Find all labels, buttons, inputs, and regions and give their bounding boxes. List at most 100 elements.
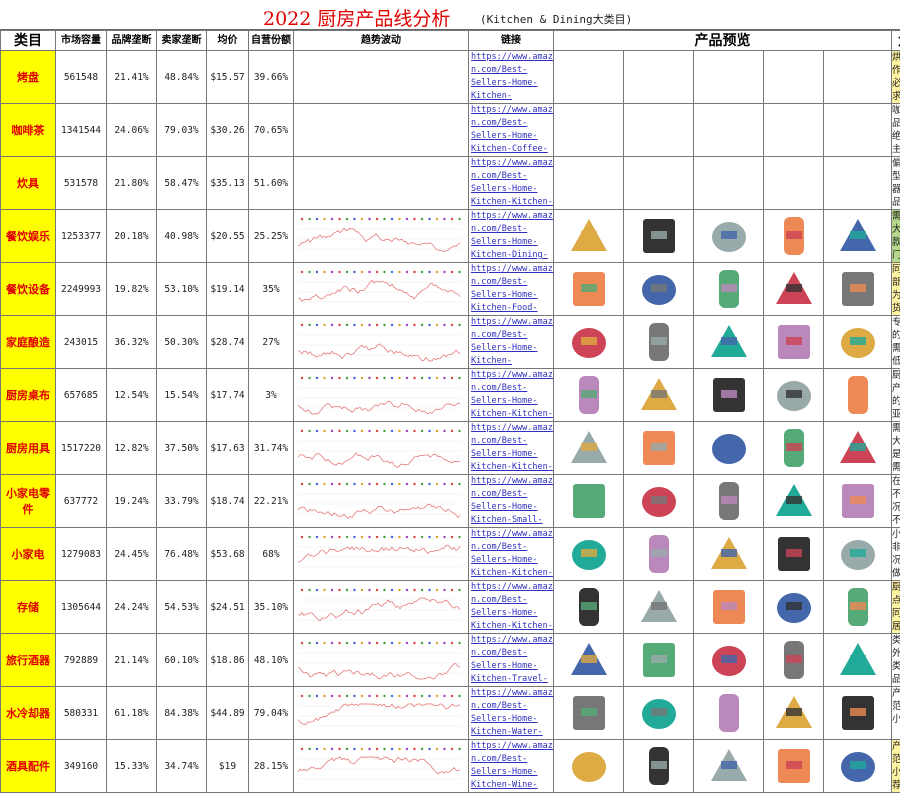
preview-cell[interactable] <box>694 528 764 581</box>
bestseller-link[interactable]: https://www.amazo n.com/Best- Sellers-Ho… <box>469 210 553 262</box>
preview-cell[interactable] <box>694 475 764 528</box>
self-share-cell[interactable]: 70.65% <box>249 104 294 157</box>
big-category-note-cell[interactable]: 产品适用范围较小,不推荐优先专 <box>892 740 900 793</box>
brand-monopoly-cell[interactable]: 24.45% <box>107 528 157 581</box>
header-link[interactable]: 链接 <box>469 31 554 51</box>
preview-cell[interactable] <box>764 581 824 634</box>
trend-cell[interactable] <box>294 687 469 740</box>
bestseller-link[interactable]: https://www.amazo n.com/Best- Sellers-Ho… <box>469 422 553 474</box>
bestseller-link[interactable]: https://www.amazo n.com/Best- Sellers-Ho… <box>469 316 553 368</box>
self-share-cell[interactable]: 22.21% <box>249 475 294 528</box>
trend-cell[interactable] <box>294 51 469 104</box>
avg-price-cell[interactable]: $17.63 <box>207 422 249 475</box>
preview-cell[interactable] <box>694 369 764 422</box>
avg-price-cell[interactable]: $53.68 <box>207 528 249 581</box>
preview-cell[interactable] <box>764 528 824 581</box>
preview-cell[interactable] <box>824 475 892 528</box>
preview-cell[interactable] <box>554 475 624 528</box>
self-share-cell[interactable]: 35.10% <box>249 581 294 634</box>
header-market[interactable]: 市场容量 <box>56 31 107 51</box>
preview-cell[interactable] <box>554 634 624 687</box>
preview-cell[interactable] <box>764 210 824 263</box>
preview-cell[interactable] <box>764 263 824 316</box>
preview-cell[interactable] <box>694 316 764 369</box>
seller-monopoly-cell[interactable]: 34.74% <box>157 740 207 793</box>
category-cell[interactable]: 餐饮娱乐 <box>1 210 56 263</box>
bestseller-link[interactable]: https://www.amazo n.com/Best- Sellers-Ho… <box>469 369 553 421</box>
market-size-cell[interactable]: 637772 <box>56 475 107 528</box>
preview-cell[interactable] <box>554 369 624 422</box>
preview-cell[interactable] <box>764 104 824 157</box>
preview-cell[interactable] <box>824 740 892 793</box>
self-share-cell[interactable]: 48.10% <box>249 634 294 687</box>
seller-monopoly-cell[interactable]: 37.50% <box>157 422 207 475</box>
category-cell[interactable]: 炊具 <box>1 157 56 210</box>
preview-cell[interactable] <box>824 687 892 740</box>
preview-cell[interactable] <box>764 157 824 210</box>
seller-monopoly-cell[interactable]: 76.48% <box>157 528 207 581</box>
market-size-cell[interactable]: 561548 <box>56 51 107 104</box>
big-category-note-cell[interactable]: 偏较大体型或者机器型的产品,单价 <box>892 157 900 210</box>
seller-monopoly-cell[interactable]: 84.38% <box>157 687 207 740</box>
seller-monopoly-cell[interactable]: 48.84% <box>157 51 207 104</box>
big-category-note-cell[interactable]: 类目同户外的水瓶类目,产品及其相 <box>892 634 900 687</box>
market-size-cell[interactable]: 792889 <box>56 634 107 687</box>
big-category-note-cell[interactable]: 烘培产品作为厨房必需且需求较高的 <box>892 51 900 104</box>
brand-monopoly-cell[interactable]: 61.18% <box>107 687 157 740</box>
self-share-cell[interactable]: 68% <box>249 528 294 581</box>
trend-cell[interactable] <box>294 104 469 157</box>
preview-cell[interactable] <box>824 369 892 422</box>
bestseller-link[interactable]: https://www.amazo n.com/Best- Sellers-Ho… <box>469 51 553 103</box>
preview-cell[interactable] <box>764 740 824 793</box>
bestseller-link[interactable]: https://www.amazo n.com/Best- Sellers-Ho… <box>469 740 553 792</box>
preview-cell[interactable] <box>624 581 694 634</box>
preview-cell[interactable] <box>624 263 694 316</box>
category-cell[interactable]: 家庭酿造 <box>1 316 56 369</box>
bestseller-link[interactable]: https://www.amazo n.com/Best- Sellers-Ho… <box>469 104 553 156</box>
brand-monopoly-cell[interactable]: 15.33% <box>107 740 157 793</box>
market-size-cell[interactable]: 1305644 <box>56 581 107 634</box>
big-category-note-cell[interactable]: 专为酿酒的类目,需求量较低,目前 <box>892 316 900 369</box>
preview-cell[interactable] <box>764 316 824 369</box>
big-category-note-cell[interactable]: 小家电在非必要情况下不做,除非 <box>892 528 900 581</box>
trend-cell[interactable] <box>294 157 469 210</box>
self-share-cell[interactable]: 28.15% <box>249 740 294 793</box>
preview-cell[interactable] <box>554 104 624 157</box>
trend-cell[interactable] <box>294 210 469 263</box>
category-cell[interactable]: 小家电零件 <box>1 475 56 528</box>
avg-price-cell[interactable]: $15.57 <box>207 51 249 104</box>
preview-cell[interactable] <box>554 263 624 316</box>
brand-monopoly-cell[interactable]: 12.54% <box>107 369 157 422</box>
preview-cell[interactable] <box>824 528 892 581</box>
big-category-note-cell[interactable]: 产品适用范围较小,不做; <box>892 687 900 740</box>
preview-cell[interactable] <box>624 634 694 687</box>
market-size-cell[interactable]: 1253377 <box>56 210 107 263</box>
preview-cell[interactable] <box>624 475 694 528</box>
preview-cell[interactable] <box>624 422 694 475</box>
seller-monopoly-cell[interactable]: 79.03% <box>157 104 207 157</box>
bestseller-link[interactable]: https://www.amazo n.com/Best- Sellers-Ho… <box>469 581 553 633</box>
seller-monopoly-cell[interactable]: 50.30% <box>157 316 207 369</box>
avg-price-cell[interactable]: $18.74 <box>207 475 249 528</box>
trend-cell[interactable] <box>294 369 469 422</box>
market-size-cell[interactable]: 243015 <box>56 316 107 369</box>
preview-cell[interactable] <box>694 51 764 104</box>
self-share-cell[interactable]: 31.74% <box>249 422 294 475</box>
avg-price-cell[interactable]: $20.55 <box>207 210 249 263</box>
trend-cell[interactable] <box>294 422 469 475</box>
seller-monopoly-cell[interactable]: 60.10% <box>157 634 207 687</box>
preview-cell[interactable] <box>554 740 624 793</box>
avg-price-cell[interactable]: $28.74 <box>207 316 249 369</box>
header-self-share[interactable]: 自营份额 <box>249 31 294 51</box>
preview-cell[interactable] <box>624 687 694 740</box>
preview-cell[interactable] <box>554 528 624 581</box>
brand-monopoly-cell[interactable]: 36.32% <box>107 316 157 369</box>
preview-cell[interactable] <box>624 369 694 422</box>
seller-monopoly-cell[interactable]: 33.79% <box>157 475 207 528</box>
big-category-note-cell[interactable]: 同上,虽部分产品为较难发货销售的 <box>892 263 900 316</box>
category-cell[interactable]: 存储 <box>1 581 56 634</box>
header-brand-monopoly[interactable]: 品牌垄断 <box>107 31 157 51</box>
preview-cell[interactable] <box>624 316 694 369</box>
bestseller-link[interactable]: https://www.amazo n.com/Best- Sellers-Ho… <box>469 475 553 527</box>
big-category-note-cell[interactable]: 需求量大,产品款式多,门槛偏 <box>892 210 900 263</box>
